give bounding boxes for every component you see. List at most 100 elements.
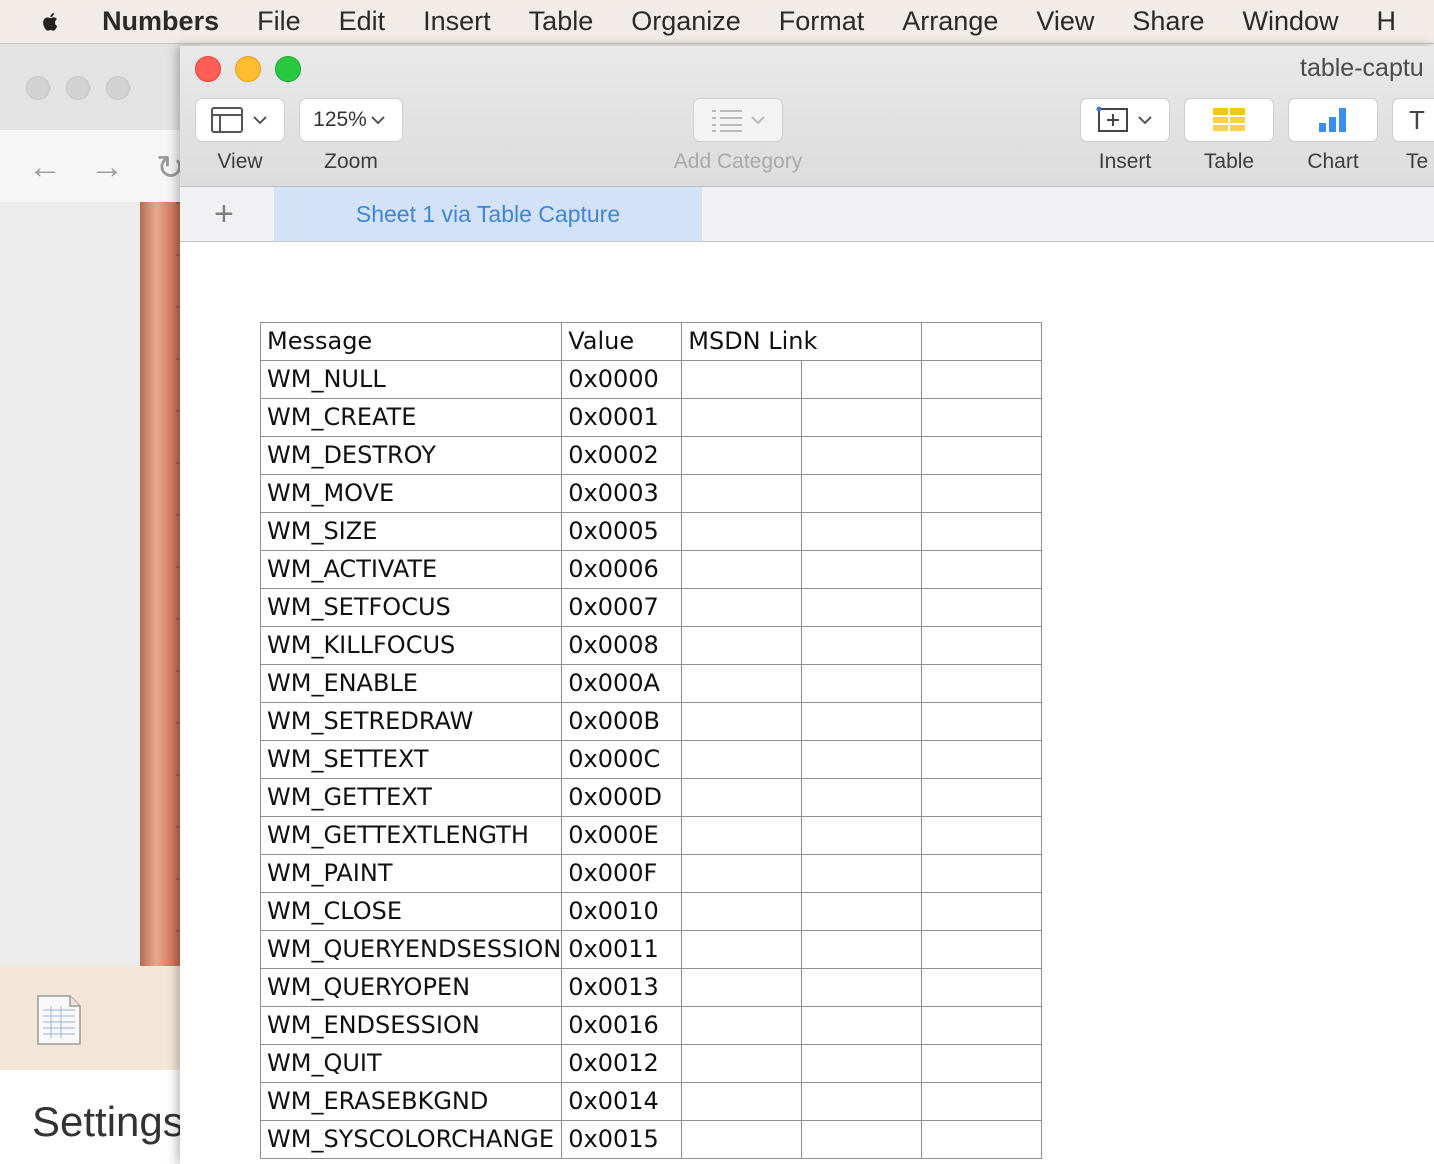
cell-message[interactable]: WM_ERASEBKGND xyxy=(259,1082,563,1121)
add-sheet-button[interactable]: + xyxy=(214,195,234,234)
cell-value[interactable]: 0x0013 xyxy=(561,968,683,1007)
cell-empty[interactable] xyxy=(801,816,923,855)
cell-empty[interactable] xyxy=(681,778,803,817)
cell-value[interactable]: 0x0003 xyxy=(561,474,683,513)
cell-empty[interactable] xyxy=(801,930,923,969)
menu-file[interactable]: File xyxy=(257,6,301,37)
cell-empty[interactable] xyxy=(801,1044,923,1083)
cell-empty[interactable] xyxy=(921,1006,1043,1045)
cell-empty[interactable] xyxy=(681,816,803,855)
cell-message[interactable]: WM_PAINT xyxy=(259,854,563,893)
cell-value[interactable]: 0x000F xyxy=(561,854,683,893)
cell-empty[interactable] xyxy=(921,816,1043,855)
cell-empty[interactable] xyxy=(921,512,1043,551)
cell-empty[interactable] xyxy=(681,588,803,627)
cell-value[interactable]: 0x0015 xyxy=(561,1120,683,1159)
cell-message[interactable]: WM_ACTIVATE xyxy=(259,550,563,589)
cell-empty[interactable] xyxy=(801,360,923,399)
cell-empty[interactable] xyxy=(801,1006,923,1045)
cell-value[interactable]: 0x0008 xyxy=(561,626,683,665)
cell-empty[interactable] xyxy=(801,664,923,703)
cell-value[interactable]: 0x0006 xyxy=(561,550,683,589)
menu-view[interactable]: View xyxy=(1036,6,1094,37)
cell-message[interactable]: WM_SETREDRAW xyxy=(259,702,563,741)
bg-minimize-dot[interactable] xyxy=(66,76,90,100)
cell-empty[interactable] xyxy=(801,550,923,589)
cell-empty[interactable] xyxy=(801,968,923,1007)
cell-value[interactable]: 0x0007 xyxy=(561,588,683,627)
cell-value[interactable]: 0x0011 xyxy=(561,930,683,969)
cell-empty[interactable] xyxy=(801,778,923,817)
cell-empty[interactable] xyxy=(921,702,1043,741)
cell-empty[interactable] xyxy=(921,588,1043,627)
cell-message[interactable]: WM_ENABLE xyxy=(259,664,563,703)
cell-value[interactable]: 0x0014 xyxy=(561,1082,683,1121)
cell-empty[interactable] xyxy=(681,892,803,931)
cell-message[interactable]: WM_NULL xyxy=(259,360,563,399)
cell-empty[interactable] xyxy=(681,1120,803,1159)
cell-empty[interactable] xyxy=(921,398,1043,437)
sheet-tab-active[interactable]: Sheet 1 via Table Capture xyxy=(274,187,702,241)
cell-empty[interactable] xyxy=(921,1044,1043,1083)
cell-message[interactable]: WM_SETTEXT xyxy=(259,740,563,779)
back-arrow-icon[interactable]: ← xyxy=(28,148,62,187)
spreadsheet-document-icon[interactable] xyxy=(36,994,82,1046)
menu-edit[interactable]: Edit xyxy=(339,6,386,37)
cell-empty[interactable] xyxy=(921,360,1043,399)
view-button[interactable] xyxy=(195,98,285,142)
cell-empty[interactable] xyxy=(681,1006,803,1045)
cell-empty[interactable] xyxy=(681,664,803,703)
cell-value[interactable]: 0x0005 xyxy=(561,512,683,551)
cell-empty[interactable] xyxy=(681,550,803,589)
cell-message[interactable]: WM_KILLFOCUS xyxy=(259,626,563,665)
cell-empty[interactable] xyxy=(921,930,1043,969)
cell-empty[interactable] xyxy=(921,626,1043,665)
apple-menu-icon[interactable] xyxy=(40,7,62,37)
bg-zoom-dot[interactable] xyxy=(106,76,130,100)
cell-empty[interactable] xyxy=(801,588,923,627)
cell-message[interactable]: WM_QUERYOPEN xyxy=(259,968,563,1007)
cell-empty[interactable] xyxy=(921,664,1043,703)
header-cell-message[interactable]: Message xyxy=(259,322,563,361)
bg-close-dot[interactable] xyxy=(26,76,50,100)
add-category-button[interactable] xyxy=(693,98,783,142)
menu-window[interactable]: Window xyxy=(1242,6,1338,37)
cell-empty[interactable] xyxy=(921,854,1043,893)
cell-empty[interactable] xyxy=(681,1082,803,1121)
header-cell-empty[interactable] xyxy=(921,322,1043,361)
cell-empty[interactable] xyxy=(681,930,803,969)
cell-message[interactable]: WM_SYSCOLORCHANGE xyxy=(259,1120,563,1159)
cell-empty[interactable] xyxy=(921,550,1043,589)
cell-value[interactable]: 0x000B xyxy=(561,702,683,741)
cell-empty[interactable] xyxy=(921,968,1043,1007)
cell-value[interactable]: 0x0000 xyxy=(561,360,683,399)
cell-empty[interactable] xyxy=(681,854,803,893)
cell-message[interactable]: WM_DESTROY xyxy=(259,436,563,475)
cell-message[interactable]: WM_SIZE xyxy=(259,512,563,551)
menu-help[interactable]: H xyxy=(1377,6,1397,37)
cell-value[interactable]: 0x0002 xyxy=(561,436,683,475)
cell-empty[interactable] xyxy=(801,398,923,437)
cell-value[interactable]: 0x0001 xyxy=(561,398,683,437)
cell-value[interactable]: 0x0010 xyxy=(561,892,683,931)
cell-empty[interactable] xyxy=(801,892,923,931)
cell-message[interactable]: WM_CLOSE xyxy=(259,892,563,931)
menu-share[interactable]: Share xyxy=(1132,6,1204,37)
menu-insert[interactable]: Insert xyxy=(423,6,491,37)
cell-empty[interactable] xyxy=(801,1082,923,1121)
cell-empty[interactable] xyxy=(921,436,1043,475)
cell-empty[interactable] xyxy=(801,702,923,741)
table-button[interactable] xyxy=(1184,98,1274,142)
cell-empty[interactable] xyxy=(801,1120,923,1159)
cell-empty[interactable] xyxy=(681,626,803,665)
cell-message[interactable]: WM_QUERYENDSESSION xyxy=(259,930,563,969)
cell-empty[interactable] xyxy=(921,474,1043,513)
menu-format[interactable]: Format xyxy=(779,6,865,37)
zoom-dropdown[interactable]: 125% xyxy=(299,98,403,142)
cell-empty[interactable] xyxy=(681,1044,803,1083)
cell-message[interactable]: WM_CREATE xyxy=(259,398,563,437)
cell-value[interactable]: 0x000D xyxy=(561,778,683,817)
cell-empty[interactable] xyxy=(801,512,923,551)
menu-table[interactable]: Table xyxy=(529,6,594,37)
cell-value[interactable]: 0x000A xyxy=(561,664,683,703)
